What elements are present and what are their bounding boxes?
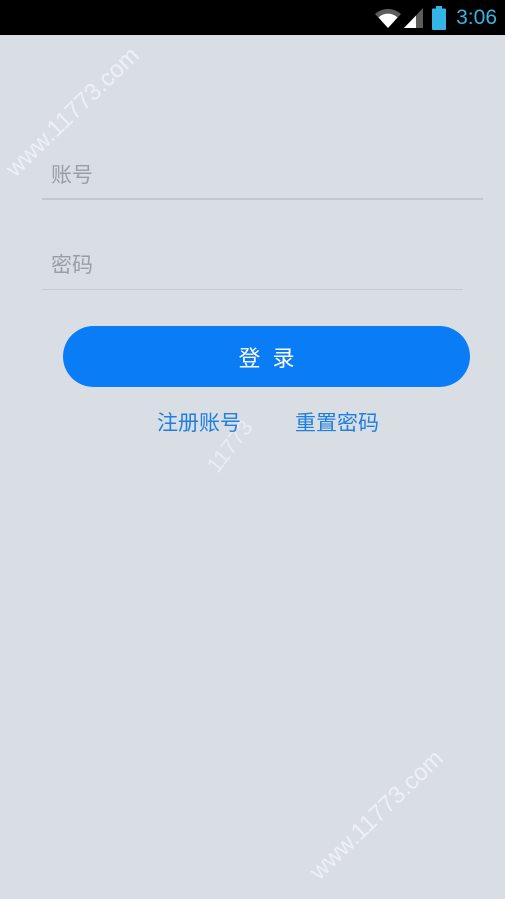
- wifi-icon: [375, 8, 402, 28]
- status-clock: 3:06: [456, 6, 497, 29]
- login-button[interactable]: 登录: [63, 326, 470, 387]
- status-bar: 3:06: [0, 0, 505, 35]
- signal-icon: [404, 7, 424, 28]
- reset-password-link[interactable]: 重置密码: [295, 406, 379, 440]
- watermark: www.11773.com: [304, 744, 449, 886]
- account-field-container: [42, 150, 483, 200]
- password-field-container: [42, 240, 463, 290]
- auth-links: 注册账号 重置密码: [0, 406, 505, 440]
- account-input[interactable]: [42, 150, 463, 199]
- register-account-link[interactable]: 注册账号: [157, 406, 241, 440]
- status-icons: 3:06: [374, 0, 497, 35]
- password-underline: [42, 289, 463, 290]
- account-underline: [42, 198, 483, 200]
- password-input[interactable]: [42, 240, 463, 289]
- battery-icon: [432, 5, 447, 30]
